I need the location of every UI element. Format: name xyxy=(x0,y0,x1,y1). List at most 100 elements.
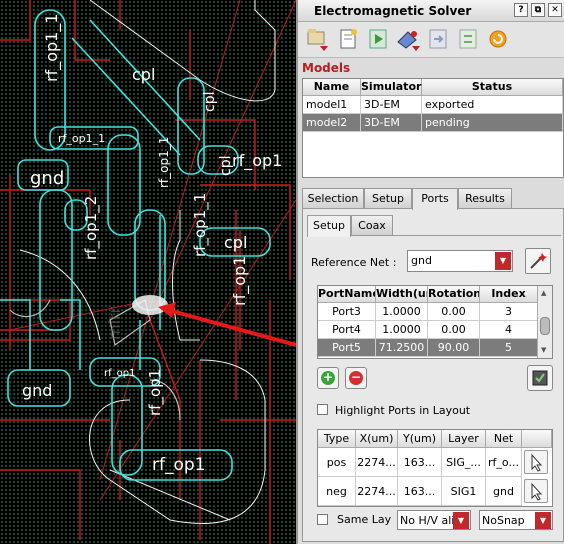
port-index: 3 xyxy=(480,303,538,321)
cursor-icon xyxy=(531,482,543,501)
model-simulator: 3D-EM xyxy=(361,114,422,132)
layout-drawing: cpl rf_op1_1 rf_op1_1 rf_op1_1 gnd rf_op… xyxy=(0,0,296,544)
port-index: 4 xyxy=(480,321,538,339)
terminals-col-type[interactable]: Type xyxy=(318,430,356,448)
tab-setup[interactable]: Setup xyxy=(364,188,412,209)
models-col-simulator[interactable]: Simulator xyxy=(361,79,422,96)
port-row-selected[interactable]: Port5 71.2500 90.00 5 xyxy=(318,339,538,357)
tab-ports[interactable]: Ports xyxy=(412,188,458,210)
float-button[interactable]: ⧉ xyxy=(531,3,545,17)
app-root: cpl rf_op1_1 rf_op1_1 rf_op1_1 gnd rf_op… xyxy=(0,0,564,544)
port-settings-button[interactable] xyxy=(527,365,553,391)
rf-op1-bottom-box-label: rf_op1 xyxy=(104,368,135,379)
ports-table: PortName Width(um) Rotation Index Port3 … xyxy=(317,285,553,359)
port-row[interactable]: Port4 1.0000 0.00 4 xyxy=(318,321,538,339)
terminals-col-net[interactable]: Net xyxy=(486,430,522,448)
tab-selection[interactable]: Selection xyxy=(302,188,364,209)
ports-col-index[interactable]: Index xyxy=(480,286,538,303)
models-col-status[interactable]: Status xyxy=(422,79,563,96)
subtab-coax[interactable]: Coax xyxy=(351,215,393,235)
rf-op1-1-vertical-label: rf_op1_1 xyxy=(42,13,62,82)
highlight-ports-checkbox[interactable] xyxy=(317,404,328,415)
highlight-ports-label: Highlight Ports in Layout xyxy=(335,404,471,417)
same-layer-label: Same Layer xyxy=(337,513,391,526)
terminal-layer: SIG1 xyxy=(442,477,486,506)
rf-op1-right-label: rf_op1 xyxy=(232,151,282,171)
layout-canvas[interactable]: cpl rf_op1_1 rf_op1_1 rf_op1_1 gnd rf_op… xyxy=(0,0,296,544)
ports-icon[interactable] xyxy=(394,26,422,52)
models-col-name[interactable]: Name xyxy=(303,79,361,96)
close-button[interactable]: ✕ xyxy=(548,3,562,17)
port-row[interactable]: Port3 1.0000 0.00 3 xyxy=(318,303,538,321)
port-rotation: 0.00 xyxy=(428,321,480,339)
same-layer-checkbox[interactable] xyxy=(317,514,328,525)
terminal-y: 163... xyxy=(398,477,442,506)
rf-op1-bottom-label: rf_op1 xyxy=(152,455,205,475)
scroll-up-icon[interactable]: ▲ xyxy=(541,289,546,297)
terminal-net: rf_o... xyxy=(486,448,522,477)
port-name: Port5 xyxy=(318,339,376,357)
chevron-down-icon: ▼ xyxy=(535,512,551,529)
ports-col-name[interactable]: PortName xyxy=(318,286,376,303)
tab-results[interactable]: Results xyxy=(458,188,512,209)
terminals-col-pick xyxy=(522,430,552,448)
terminal-y: 163... xyxy=(398,448,442,477)
terminal-x: 2274... xyxy=(356,448,398,477)
terminals-col-layer[interactable]: Layer xyxy=(442,430,486,448)
port-index: 5 xyxy=(480,339,538,357)
rf-op1-1-box-label: rf_op1_1 xyxy=(58,132,105,145)
new-document-icon[interactable] xyxy=(334,26,362,52)
port-name: Port4 xyxy=(318,321,376,339)
refresh-icon[interactable] xyxy=(484,26,512,52)
subtab-setup[interactable]: Setup xyxy=(307,215,351,237)
run-simulation-icon[interactable] xyxy=(364,26,392,52)
port-rotation: 90.00 xyxy=(428,339,480,357)
selected-port-arrow xyxy=(158,302,296,347)
reference-net-select[interactable]: gnd ▼ xyxy=(407,250,513,272)
port-highlight-glow xyxy=(132,295,168,315)
terminal-layer: SIG_... xyxy=(442,448,486,477)
sync-icon[interactable] xyxy=(454,26,482,52)
gnd-left-label: gnd xyxy=(30,168,64,189)
model-row[interactable]: model1 3D-EM exported xyxy=(303,96,563,114)
pick-terminal-button[interactable] xyxy=(524,479,548,503)
ports-col-rotation[interactable]: Rotation xyxy=(428,286,480,303)
snap-select-value: NoSnap xyxy=(482,514,525,527)
chevron-down-icon: ▼ xyxy=(495,252,511,270)
cpl-right-vertical-label: cpl xyxy=(202,92,218,112)
title-bar: Electromagnetic Solver ? ⧉ ✕ xyxy=(298,0,564,22)
terminals-col-y[interactable]: Y(um) xyxy=(398,430,442,448)
rf-op1-bottom-vertical-label: rf_op1 xyxy=(146,369,165,416)
model-row-selected[interactable]: model2 3D-EM pending xyxy=(303,114,563,132)
ports-table-scrollbar[interactable]: ▲ ▼ xyxy=(537,286,552,358)
cpl-label: cpl xyxy=(132,65,155,84)
port-width: 1.0000 xyxy=(376,321,428,339)
terminals-col-x[interactable]: X(um) xyxy=(356,430,398,448)
reference-net-label: Reference Net : xyxy=(311,256,397,269)
new-model-icon[interactable] xyxy=(304,26,332,52)
pick-terminal-button[interactable] xyxy=(524,450,548,474)
ports-tab-body: Setup Coax Reference Net : gnd ▼ PortNam… xyxy=(302,208,564,542)
minus-icon: − xyxy=(349,370,363,385)
snap-select[interactable]: NoSnap ▼ xyxy=(479,510,553,530)
scrollbar-thumb[interactable] xyxy=(540,317,550,335)
ports-col-width[interactable]: Width(um) xyxy=(376,286,428,303)
model-simulator: 3D-EM xyxy=(361,96,422,114)
gnd-bottom-label: gnd xyxy=(22,381,52,400)
help-button[interactable]: ? xyxy=(514,3,528,17)
terminal-type: pos xyxy=(318,448,356,477)
port-name: Port3 xyxy=(318,303,376,321)
cpl-right-vertical2-label: cpl xyxy=(218,156,234,176)
add-port-button[interactable]: + xyxy=(317,367,339,389)
port-terminals-table: Type X(um) Y(um) Layer Net pos 2274... 1… xyxy=(317,429,553,507)
export-icon[interactable] xyxy=(424,26,452,52)
port-width: 71.2500 xyxy=(376,339,428,357)
terminal-net: gnd xyxy=(486,477,522,506)
em-solver-panel: Electromagnetic Solver ? ⧉ ✕ Models Name… xyxy=(296,0,564,544)
scroll-down-icon[interactable]: ▼ xyxy=(541,346,546,354)
models-label: Models xyxy=(302,61,351,75)
port-width: 1.0000 xyxy=(376,303,428,321)
align-select[interactable]: No H/V align ▼ xyxy=(397,510,471,530)
remove-port-button[interactable]: − xyxy=(345,367,367,389)
pick-net-button[interactable] xyxy=(525,248,551,274)
